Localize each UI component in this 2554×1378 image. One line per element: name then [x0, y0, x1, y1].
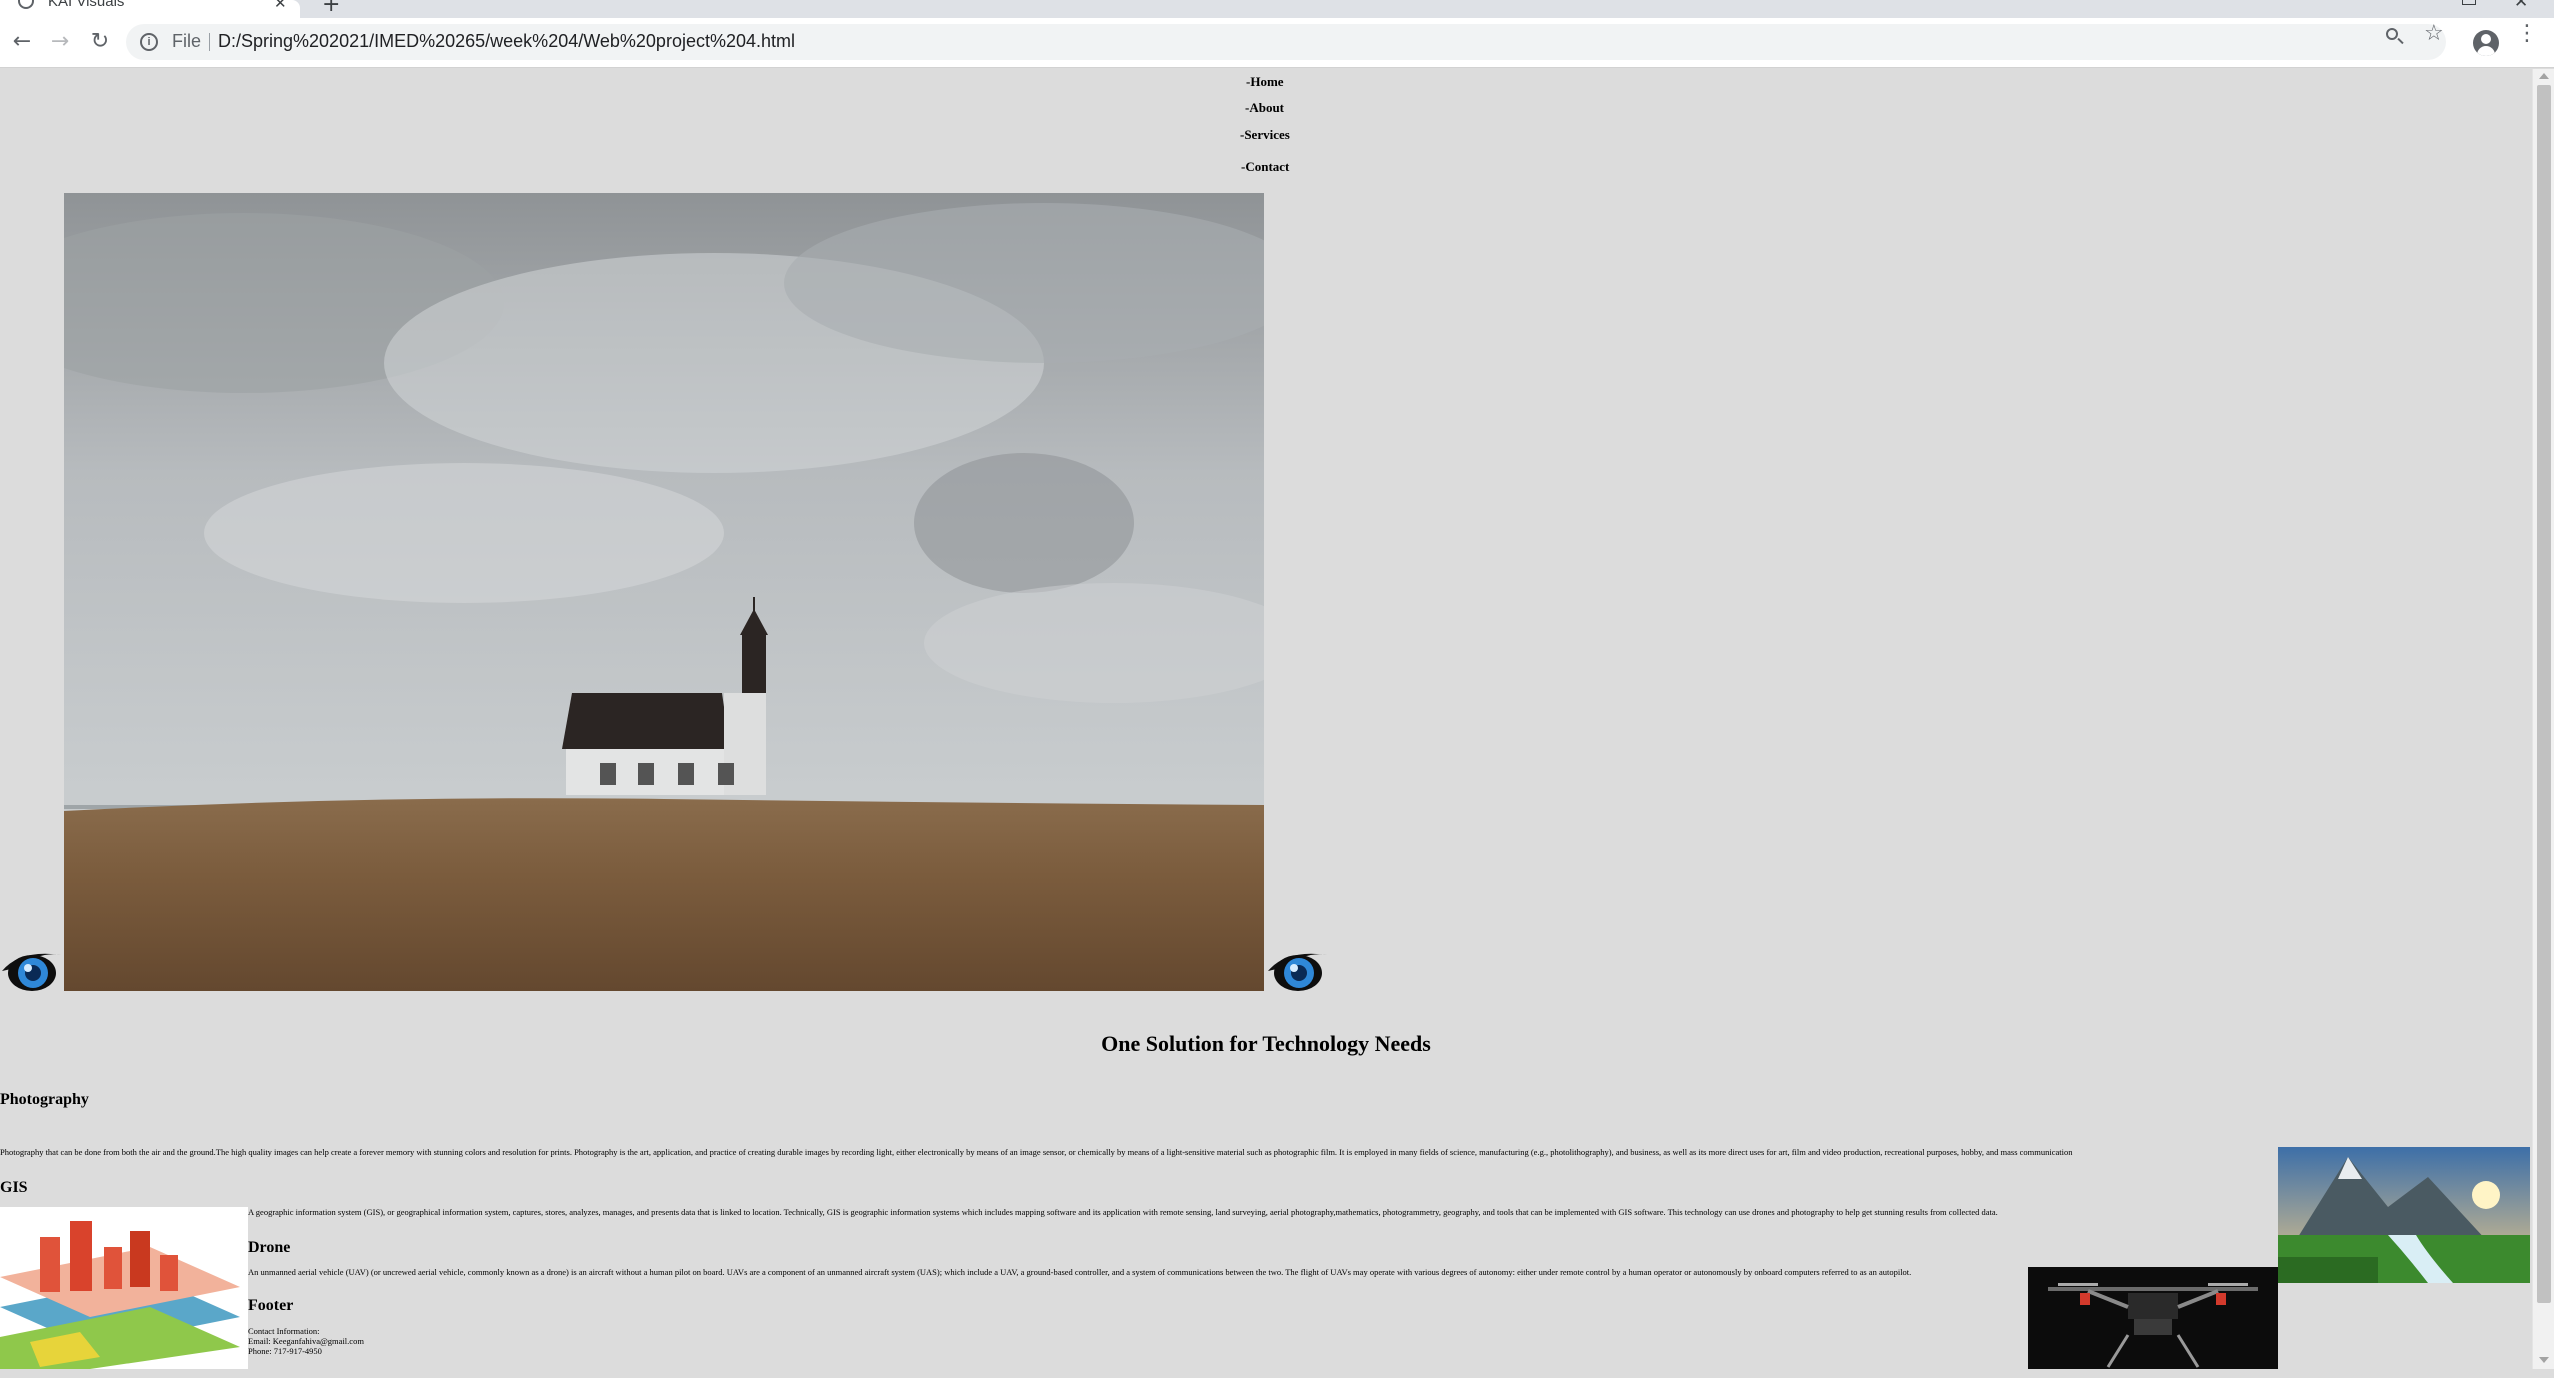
gis-title: GIS	[0, 1179, 28, 1196]
zoom-icon[interactable]	[2384, 26, 2404, 46]
url-text[interactable]: D:/Spring%202021/IMED%20265/week%204/Web…	[218, 31, 795, 52]
tab-strip: KAI Visuals ✕ + ✕	[0, 0, 2554, 18]
close-window-icon[interactable]: ✕	[2514, 0, 2528, 12]
eye-logo-icon	[1266, 947, 1330, 993]
footer-contact-label: Contact Information:	[248, 1326, 320, 1336]
scroll-down-arrow-icon[interactable]	[2539, 1357, 2549, 1363]
profile-icon[interactable]	[2473, 30, 2499, 56]
photography-text: Photography that can be done from both t…	[0, 1147, 2073, 1157]
address-bar[interactable]: i File D:/Spring%202021/IMED%20265/week%…	[126, 24, 2446, 60]
page-viewport: -Home -About -Services -Contact One Solu…	[0, 69, 2532, 1369]
hero-image	[64, 193, 1264, 991]
tab-title: KAI Visuals	[48, 0, 125, 10]
globe-favicon-icon	[18, 0, 34, 9]
footer-phone: Phone: 717-917-4950	[248, 1346, 322, 1356]
landscape-image	[2278, 1147, 2530, 1283]
kebab-menu-icon[interactable]: ⋮	[2516, 23, 2538, 56]
vertical-scrollbar[interactable]	[2532, 69, 2554, 1369]
close-tab-icon[interactable]: ✕	[274, 0, 287, 12]
browser-toolbar: ← → ↻ i File D:/Spring%202021/IMED%20265…	[0, 18, 2554, 68]
nav-link-contact[interactable]: -Contact	[1241, 159, 1289, 175]
eye-logo-icon	[0, 947, 64, 993]
nav-link-services[interactable]: -Services	[1240, 127, 1290, 143]
footer-email[interactable]: Email: Keeganfahiva@gmail.com	[248, 1336, 364, 1346]
bookmark-star-icon[interactable]: ☆	[2424, 21, 2444, 46]
back-arrow-icon[interactable]: ←	[6, 26, 38, 58]
restore-window-icon[interactable]	[2462, 0, 2476, 5]
address-separator	[209, 33, 210, 51]
nav-link-home[interactable]: -Home	[1246, 74, 1284, 90]
drone-title: Drone	[248, 1239, 291, 1256]
info-icon[interactable]: i	[140, 33, 158, 51]
nav-link-about[interactable]: -About	[1245, 100, 1284, 116]
photography-title: Photography	[0, 1091, 89, 1108]
drone-text: An unmanned aerial vehicle (UAV) (or unc…	[248, 1267, 1912, 1277]
new-tab-icon[interactable]: +	[322, 0, 340, 17]
scroll-up-arrow-icon[interactable]	[2539, 73, 2549, 79]
scheme-label: File	[172, 31, 202, 51]
page-heading: One Solution for Technology Needs	[1101, 1031, 1431, 1056]
drone-image	[2028, 1267, 2278, 1369]
scrollbar-thumb[interactable]	[2537, 85, 2551, 1303]
forward-arrow-icon[interactable]: →	[44, 26, 76, 58]
reload-icon[interactable]: ↻	[84, 26, 116, 58]
footer-title: Footer	[248, 1297, 294, 1314]
gis-text: A geographic information system (GIS), o…	[248, 1207, 1998, 1217]
browser-tab[interactable]: KAI Visuals ✕	[0, 0, 300, 18]
gis-layers-image	[0, 1207, 248, 1369]
